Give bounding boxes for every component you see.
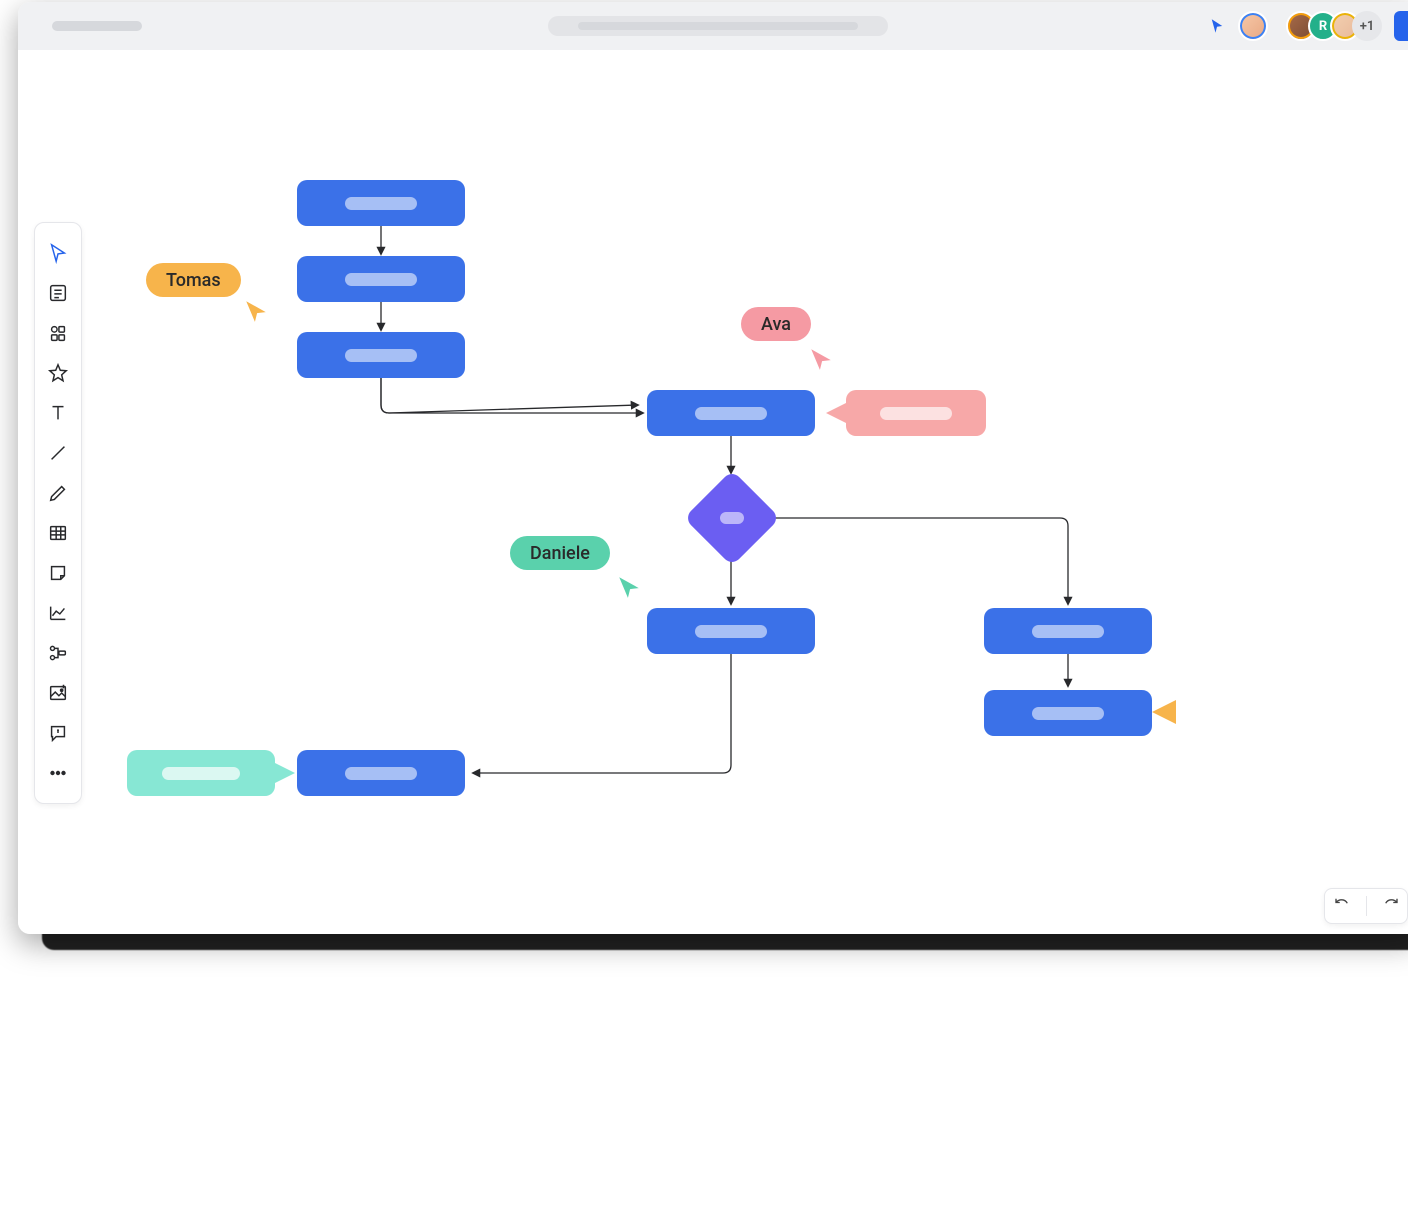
cursor-arrow-icon (616, 574, 642, 600)
callout-tail (1152, 700, 1176, 724)
flow-node[interactable] (297, 750, 465, 796)
table-tool[interactable] (38, 513, 78, 553)
star-tool[interactable] (38, 353, 78, 393)
sticky-note-tool[interactable] (38, 553, 78, 593)
select-tool[interactable] (38, 233, 78, 273)
redo-button[interactable] (1382, 895, 1400, 917)
comment-tool[interactable] (38, 713, 78, 753)
card-tool[interactable] (38, 273, 78, 313)
text-tool[interactable] (38, 393, 78, 433)
avatar-user-1[interactable] (1238, 11, 1268, 41)
cursor-label-tomas: Tomas (146, 263, 241, 297)
cursor-arrow-icon (243, 298, 269, 324)
callout-tail (275, 763, 295, 783)
cursor-label-daniele: Daniele (510, 536, 610, 570)
flow-node[interactable] (647, 390, 815, 436)
flow-callout-node[interactable] (127, 750, 275, 796)
pen-tool[interactable] (38, 473, 78, 513)
chart-tool[interactable] (38, 593, 78, 633)
flow-node[interactable] (984, 608, 1152, 654)
flow-node[interactable] (297, 332, 465, 378)
cursor-arrow-icon (808, 346, 834, 372)
pointer-icon (1208, 17, 1226, 35)
callout-tail (826, 403, 846, 423)
shapes-tool[interactable] (38, 313, 78, 353)
canvas[interactable]: Tomas Ava Daniele (18, 50, 1408, 934)
flow-node[interactable] (297, 180, 465, 226)
avatar-more[interactable]: +1 (1352, 11, 1382, 41)
flow-node[interactable] (297, 256, 465, 302)
mindmap-tool[interactable] (38, 633, 78, 673)
document-title-placeholder[interactable] (52, 21, 142, 31)
undo-button[interactable] (1333, 895, 1351, 917)
line-tool[interactable] (38, 433, 78, 473)
undo-redo-toolbar (1324, 888, 1408, 924)
flow-node[interactable] (647, 608, 815, 654)
more-tools[interactable] (38, 753, 78, 793)
topbar: R +1 (18, 2, 1408, 50)
left-toolbar (34, 222, 82, 804)
image-tool[interactable] (38, 673, 78, 713)
share-button[interactable] (1394, 11, 1408, 41)
divider (1366, 896, 1367, 916)
diagram-editor-window: R +1 (18, 2, 1408, 934)
flow-decision-node[interactable] (684, 470, 780, 566)
flow-node[interactable] (984, 690, 1152, 736)
cursor-label-ava: Ava (741, 307, 811, 341)
presence-avatars: R +1 (1208, 11, 1408, 41)
search-bar[interactable] (548, 16, 888, 36)
flow-callout-node[interactable] (846, 390, 986, 436)
